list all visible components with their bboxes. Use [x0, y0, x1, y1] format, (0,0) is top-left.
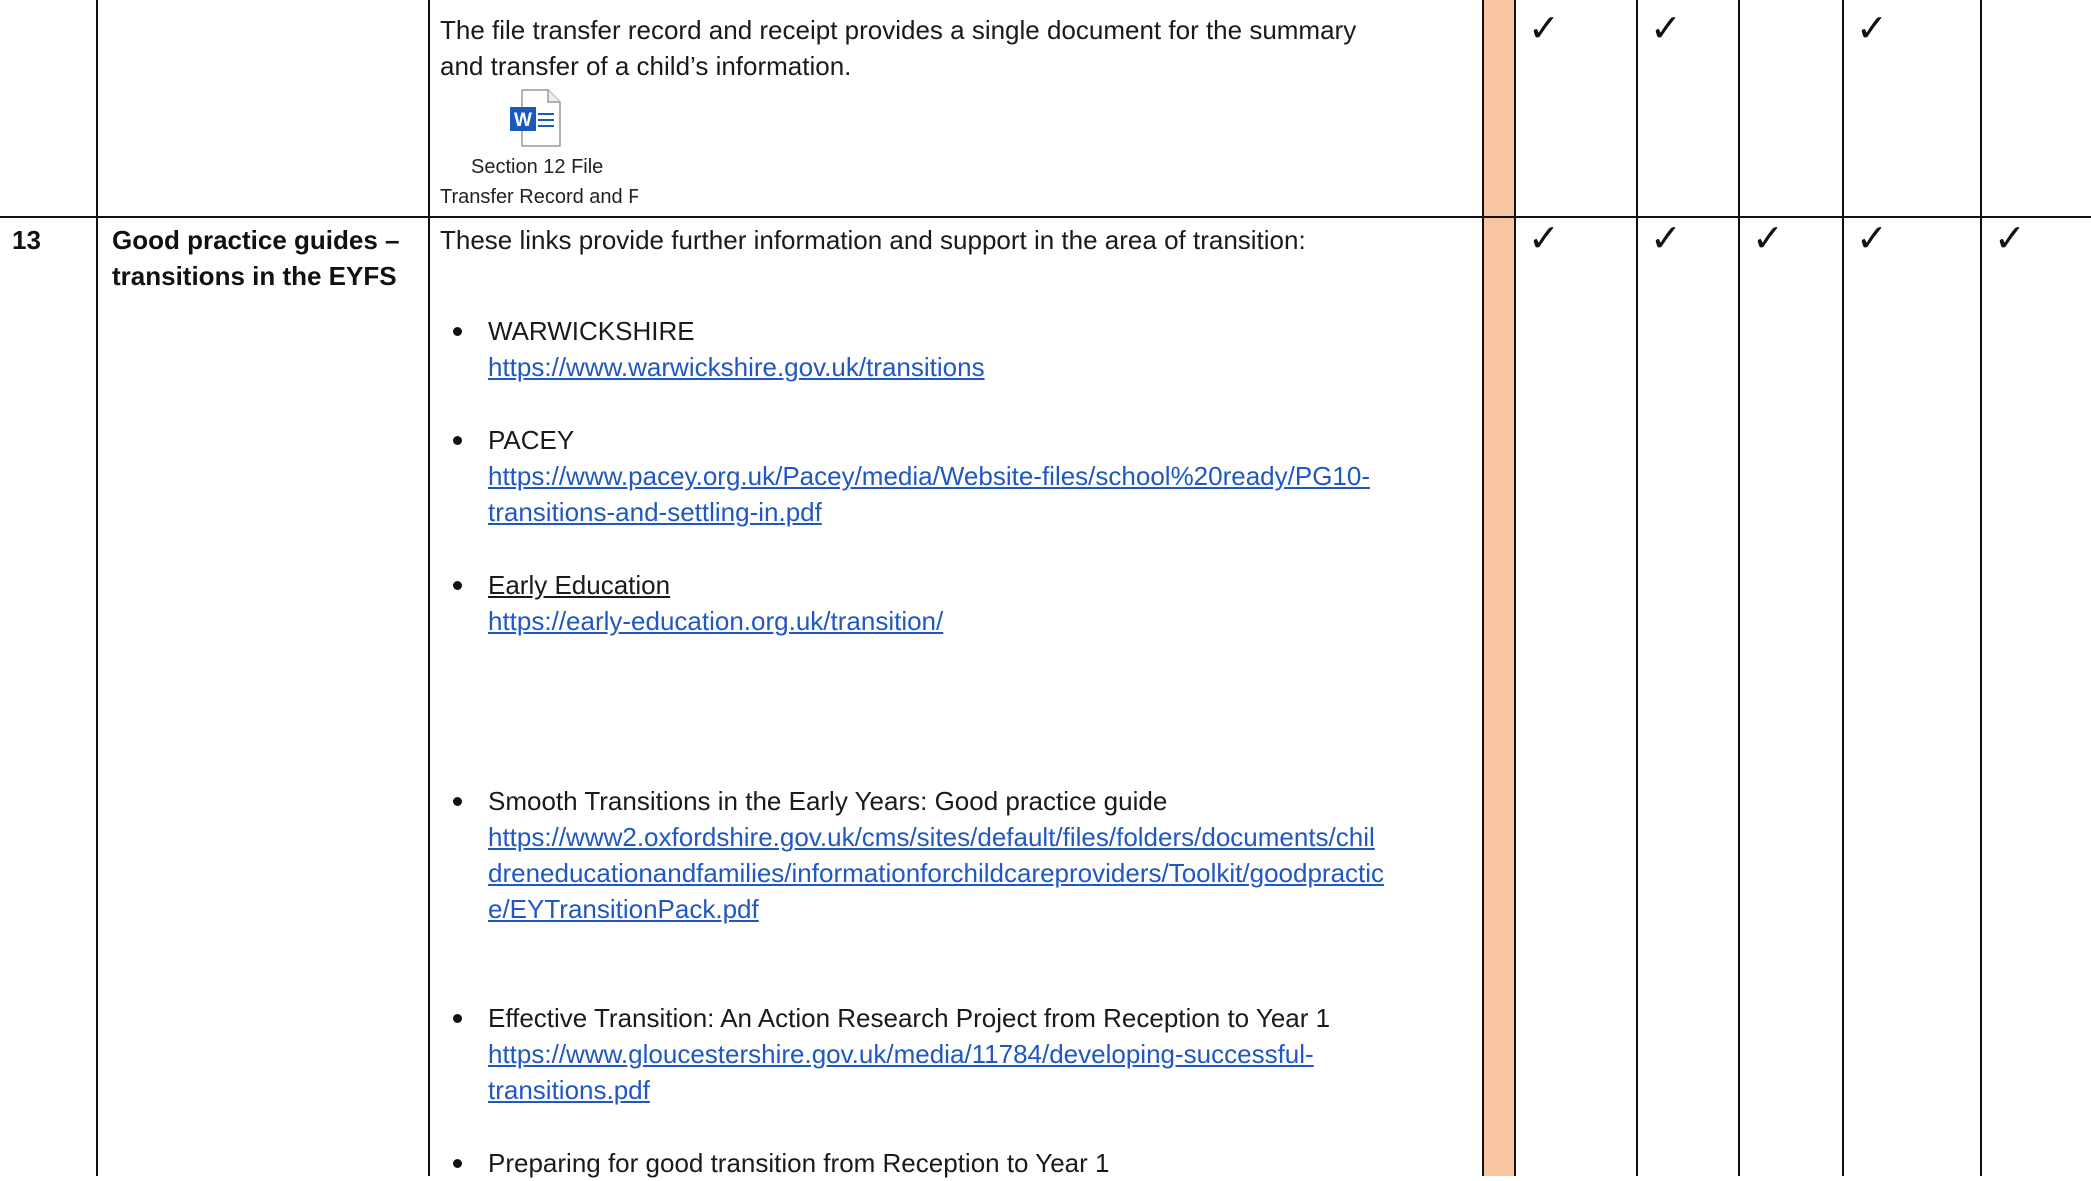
- row13-check-2: ✓: [1650, 216, 1682, 260]
- column-divider: [1738, 0, 1740, 1176]
- link-warwickshire[interactable]: https://www.warwickshire.gov.uk/transiti…: [488, 349, 985, 385]
- word-document-icon[interactable]: W: [508, 88, 562, 148]
- row12-description-line2: and transfer of a child’s information.: [440, 51, 852, 81]
- column-divider: [1636, 0, 1638, 1176]
- link-pacey-cont[interactable]: transitions-and-settling-in.pdf: [488, 494, 822, 530]
- row-title-line2: transitions in the EYFS: [112, 261, 397, 291]
- link-gloucestershire[interactable]: https://www.gloucestershire.gov.uk/media…: [488, 1036, 1314, 1072]
- row12-check-1: ✓: [1528, 6, 1560, 50]
- link-pacey[interactable]: https://www.pacey.org.uk/Pacey/media/Web…: [488, 458, 1370, 494]
- bullet: [453, 1014, 462, 1023]
- row13-intro: These links provide further information …: [440, 225, 1306, 255]
- row12-description-line1: The file transfer record and receipt pro…: [440, 15, 1357, 45]
- link-early-education[interactable]: https://early-education.org.uk/transitio…: [488, 603, 943, 639]
- column-divider: [1514, 0, 1516, 1176]
- bullet: [453, 581, 462, 590]
- link-oxfordshire-cont[interactable]: e/EYTransitionPack.pdf: [488, 891, 759, 927]
- column-divider: [1980, 0, 1982, 1176]
- link-label-early-education: Early Education: [488, 570, 671, 600]
- link-label-warwickshire: WARWICKSHIRE: [488, 316, 695, 346]
- attachment-caption-line2: Transfer Record and F: [440, 186, 638, 208]
- link-label-pacey: PACEY: [488, 425, 575, 455]
- link-label-effective-transition: Effective Transition: An Action Research…: [488, 1003, 1331, 1033]
- link-label-smooth-transitions: Smooth Transitions in the Early Years: G…: [488, 786, 1168, 816]
- bullet: [453, 436, 462, 445]
- column-divider: [1482, 0, 1484, 1176]
- column-divider: [1842, 0, 1844, 1176]
- row-title-line1: Good practice guides –: [112, 225, 400, 255]
- row-number: 13: [12, 225, 41, 255]
- highlight-column: [1484, 0, 1514, 1176]
- row13-check-5: ✓: [1994, 216, 2026, 260]
- bullet: [453, 797, 462, 806]
- link-oxfordshire-cont[interactable]: dreneducationandfamilies/informationforc…: [488, 855, 1384, 891]
- row13-check-3: ✓: [1752, 216, 1784, 260]
- link-oxfordshire[interactable]: https://www2.oxfordshire.gov.uk/cms/site…: [488, 819, 1375, 855]
- svg-text:W: W: [514, 110, 532, 131]
- bullet: [453, 327, 462, 336]
- row12-check-4: ✓: [1856, 6, 1888, 50]
- attachment-caption-line1: Section 12 File: [471, 156, 604, 178]
- row13-check-4: ✓: [1856, 216, 1888, 260]
- column-divider: [428, 0, 430, 1176]
- column-divider: [96, 0, 98, 1176]
- row12-check-2: ✓: [1650, 6, 1682, 50]
- link-gloucestershire-cont[interactable]: transitions.pdf: [488, 1072, 650, 1108]
- bullet: [453, 1159, 462, 1168]
- row13-check-1: ✓: [1528, 216, 1560, 260]
